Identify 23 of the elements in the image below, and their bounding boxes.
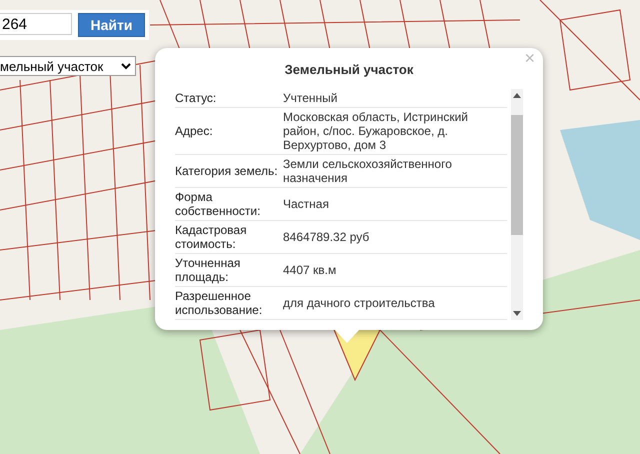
field-value: Земли сельскохозяйственного назначения	[283, 157, 453, 185]
search-field[interactable]: 264	[0, 13, 72, 35]
field-label: Адрес:	[175, 124, 214, 138]
field-label: Кадастровая стоимость:	[175, 223, 248, 251]
field-value: для дачного строительства	[283, 296, 436, 310]
scrollbar[interactable]	[511, 89, 523, 320]
field-value: Частная	[283, 197, 330, 211]
field-label: Статус:	[175, 91, 218, 105]
field-label: Форма собственности:	[175, 190, 262, 218]
field-value: 4407 кв.м	[283, 263, 338, 277]
field-value: Московская область, Истринский район, с/пос. Бужаровское, д. Верхуртово, дом 3	[283, 110, 470, 152]
field-value: Учтенный	[283, 91, 338, 105]
type-dropdown[interactable]: мельный участок	[0, 56, 136, 76]
find-button[interactable]: Найти	[78, 13, 145, 37]
field-label: Разрешенное использование:	[175, 289, 264, 317]
scrollbar-thumb[interactable]	[511, 114, 523, 234]
scroll-down-icon[interactable]	[513, 311, 521, 316]
caret-icon	[121, 62, 131, 70]
field-value: 8464789.32 руб	[283, 230, 370, 244]
scroll-up-icon[interactable]	[513, 93, 521, 98]
field-label: Категория земель:	[175, 164, 279, 178]
field-label: Уточненная площадь:	[175, 256, 242, 284]
popup-title: Земельный участок	[284, 62, 414, 77]
